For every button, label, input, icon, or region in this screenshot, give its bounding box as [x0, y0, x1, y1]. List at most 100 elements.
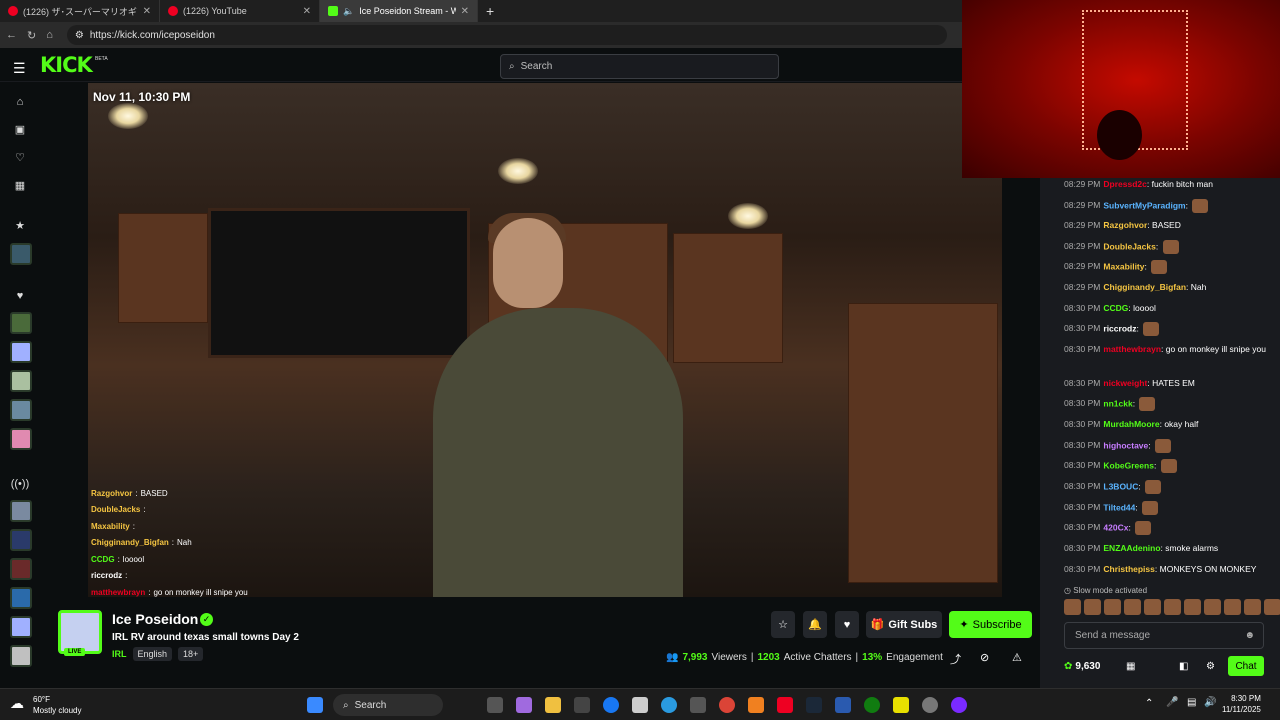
avatar[interactable]	[10, 243, 32, 265]
reload-icon[interactable]: ↻	[27, 29, 36, 42]
emoji-icon[interactable]: ☻	[1244, 630, 1255, 641]
vlc-icon[interactable]	[748, 697, 764, 713]
chrome-icon[interactable]	[719, 697, 735, 713]
streamer-name[interactable]: Ice Poseidon	[112, 611, 198, 627]
hide-icon[interactable]: ⊘	[980, 651, 989, 664]
chat-username[interactable]: riccrodz	[1103, 323, 1136, 333]
emote-icon[interactable]	[1084, 599, 1101, 615]
avatar[interactable]	[10, 558, 32, 580]
emote-icon[interactable]	[1264, 599, 1280, 615]
emote-icon[interactable]	[1144, 599, 1161, 615]
chat-username[interactable]: 420Cx	[1103, 522, 1128, 532]
back-icon[interactable]: ←	[6, 29, 17, 41]
emote-icon[interactable]	[1184, 599, 1201, 615]
avatar[interactable]	[10, 370, 32, 392]
clock[interactable]: 8:30 PM 11/11/2025	[1222, 693, 1261, 715]
subscribe-button[interactable]: ✦ Subscribe	[949, 611, 1032, 638]
chat-username[interactable]: DoubleJacks	[1103, 241, 1155, 251]
new-tab-button[interactable]: +	[478, 3, 502, 19]
app-icon[interactable]	[835, 697, 851, 713]
folder-icon[interactable]	[545, 697, 561, 713]
emote-icon[interactable]	[1104, 599, 1121, 615]
emote-icon[interactable]	[1124, 599, 1141, 615]
edge-icon[interactable]	[661, 697, 677, 713]
emote-icon[interactable]	[1204, 599, 1221, 615]
chat-username[interactable]: L3BOUC	[1103, 481, 1138, 491]
favorite-button[interactable]: ☆	[771, 611, 795, 638]
live-icon[interactable]: ((•))	[10, 474, 30, 494]
video-player[interactable]: Nov 11, 10:30 PM Razgohvor: BASED DoubleJ…	[88, 83, 1002, 597]
chat-username[interactable]: MurdahMoore	[1103, 419, 1159, 429]
avatar[interactable]	[10, 529, 32, 551]
avatar[interactable]	[10, 341, 32, 363]
kick-logo[interactable]: KICK	[40, 53, 93, 77]
chat-username[interactable]: matthewbrayn	[1103, 344, 1161, 354]
avatar[interactable]	[10, 428, 32, 450]
avatar[interactable]	[10, 399, 32, 421]
site-info-icon[interactable]: ⚙	[75, 30, 84, 41]
heart-icon[interactable]: ♥	[10, 286, 30, 306]
youtube-icon[interactable]	[777, 697, 793, 713]
avatar[interactable]	[10, 500, 32, 522]
menu-icon[interactable]: ☰	[13, 60, 26, 77]
notify-button[interactable]: 🔔	[803, 611, 827, 638]
chat-username[interactable]: Maxability	[1103, 261, 1144, 271]
emote-icon[interactable]	[1224, 599, 1241, 615]
steam-icon[interactable]	[806, 697, 822, 713]
heart-icon[interactable]: ♡	[10, 147, 30, 167]
chat-username[interactable]: highoctave	[1103, 440, 1148, 450]
close-icon[interactable]: ✕	[143, 6, 151, 17]
tag-chip[interactable]: English	[132, 647, 173, 661]
browse-icon[interactable]: ▣	[10, 119, 30, 139]
facebook-icon[interactable]	[603, 697, 619, 713]
chat-username[interactable]: nickweight	[1103, 378, 1147, 388]
search-input[interactable]: ⌕ Search	[500, 54, 779, 79]
chevron-up-icon[interactable]: ⌃	[1145, 698, 1153, 709]
theater-icon[interactable]: ◧	[1179, 661, 1188, 672]
chat-username[interactable]: SubvertMyParadigm	[1103, 200, 1185, 210]
app-icon[interactable]	[951, 697, 967, 713]
store-icon[interactable]	[574, 697, 590, 713]
avatar[interactable]	[10, 587, 32, 609]
chat-username[interactable]: Chigginandy_Bigfan	[1103, 282, 1186, 292]
chat-username[interactable]: nn1ckk	[1103, 398, 1132, 408]
taskbar-search[interactable]: ⌕ Search	[333, 694, 443, 716]
volume-icon[interactable]: 🔊	[1204, 697, 1216, 708]
weather-widget[interactable]: 60°F Mostly cloudy	[33, 694, 81, 716]
emote-icon[interactable]	[1164, 599, 1181, 615]
chat-username[interactable]: Dpressd2c	[1103, 179, 1146, 189]
chat-username[interactable]: Razgohvor	[1103, 220, 1147, 230]
home-icon[interactable]: ⌂	[10, 92, 30, 112]
gift-subs-button[interactable]: 🎁 Gift Subs	[866, 611, 942, 638]
share-icon[interactable]: ⤴	[950, 651, 961, 667]
star-icon[interactable]: ★	[10, 215, 30, 235]
gear-icon[interactable]: ⚙	[1206, 661, 1215, 672]
chat-input[interactable]: Send a message ☻	[1064, 622, 1264, 649]
chat-username[interactable]: KobeGreens	[1103, 460, 1154, 470]
chat-username[interactable]: ENZAAdenino	[1103, 543, 1160, 553]
grid-icon[interactable]: ▦	[10, 175, 30, 195]
obs-icon[interactable]	[922, 697, 938, 713]
report-icon[interactable]: ⚠	[1012, 651, 1022, 664]
start-icon[interactable]	[307, 697, 323, 713]
avatar[interactable]	[10, 616, 32, 638]
avatar[interactable]	[10, 645, 32, 667]
wifi-icon[interactable]: ▤	[1187, 697, 1196, 708]
tab-youtube[interactable]: (1226) YouTube ✕	[160, 0, 320, 22]
home-icon[interactable]: ⌂	[46, 29, 53, 41]
calculator-icon[interactable]	[690, 697, 706, 713]
close-icon[interactable]: ✕	[461, 6, 469, 17]
follow-button[interactable]: ♥	[835, 611, 859, 638]
emote-icon[interactable]	[1064, 599, 1081, 615]
tag-chip[interactable]: 18+	[178, 647, 204, 661]
amazon-icon[interactable]	[632, 697, 648, 713]
task-view-icon[interactable]	[487, 697, 503, 713]
chat-username[interactable]: Christhepiss	[1103, 564, 1155, 574]
notes-icon[interactable]	[893, 697, 909, 713]
mic-icon[interactable]: 🎤	[1166, 697, 1178, 708]
category-link[interactable]: IRL	[112, 649, 127, 659]
avatar[interactable]	[10, 312, 32, 334]
chat-username[interactable]: Tilted44	[1103, 502, 1135, 512]
tab-kick[interactable]: 🔈Ice Poseidon Stream - Watch✕	[320, 0, 478, 22]
tab-mario[interactable]: (1226) ザ･スーパーマリオギャラクシー･ム✕	[0, 0, 160, 22]
